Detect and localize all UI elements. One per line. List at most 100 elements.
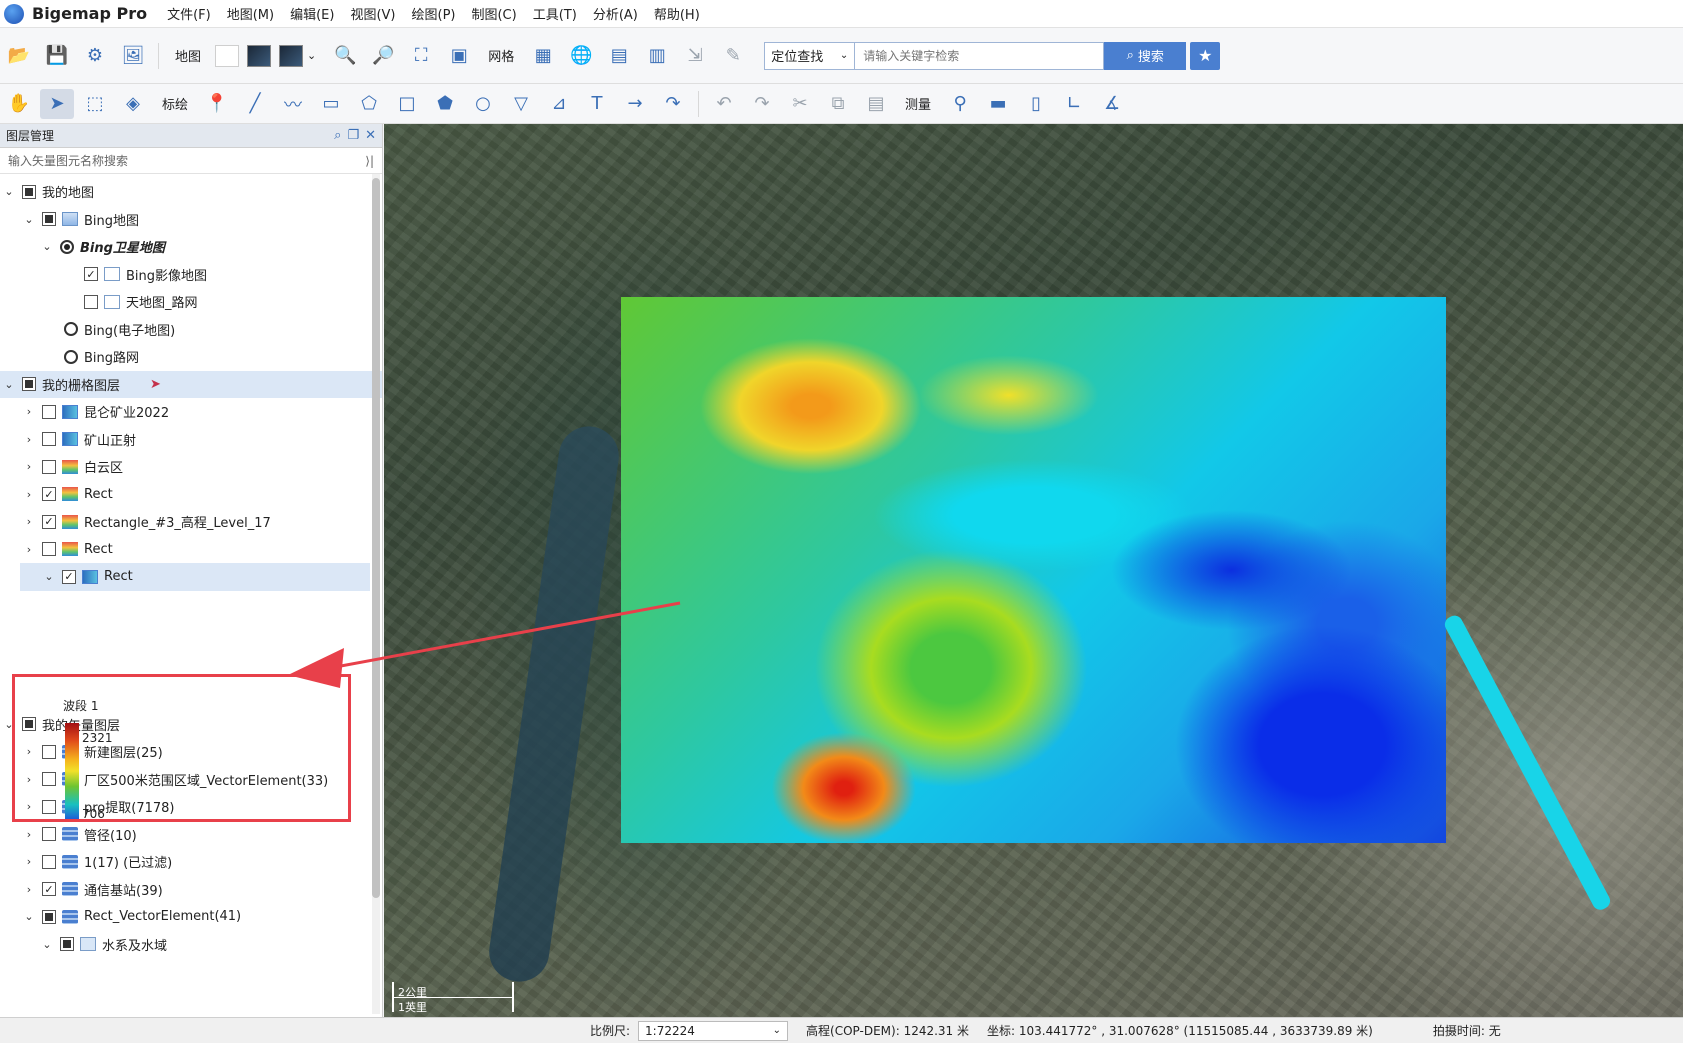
chevron-down-icon[interactable]: ⌄	[40, 240, 54, 253]
tree-row-bing-road[interactable]: Bing路网	[0, 343, 382, 371]
restore-icon[interactable]: ❐	[347, 128, 359, 143]
measure-point-icon[interactable]: ⚲	[943, 89, 977, 119]
chevron-down-icon[interactable]: ⌄	[40, 938, 54, 951]
checkbox[interactable]	[42, 459, 56, 474]
chevron-right-icon[interactable]: ›	[22, 828, 36, 841]
radio-button[interactable]	[64, 322, 78, 337]
select-pointer-icon[interactable]: ➤	[40, 88, 74, 119]
tree-row-baiyun[interactable]: › 白云区	[0, 453, 382, 481]
menu-cartography[interactable]: 制图(C)	[471, 4, 516, 23]
pan-hand-icon[interactable]: ✋	[2, 89, 36, 119]
search-input[interactable]	[854, 41, 1105, 70]
tree-row-rect-3[interactable]: ⌄ ✓ Rect	[20, 563, 370, 591]
zoom-in-icon[interactable]: 🔍	[328, 41, 362, 71]
nm-grid-icon[interactable]: ▥	[640, 41, 674, 71]
checkbox[interactable]	[60, 937, 74, 952]
zoom-out-icon[interactable]: 🔎	[366, 41, 400, 71]
menu-analysis[interactable]: 分析(A)	[593, 4, 638, 23]
tree-row-my-maps[interactable]: ⌄ 我的地图	[0, 178, 382, 206]
checkbox[interactable]	[42, 542, 56, 557]
checkbox[interactable]	[42, 827, 56, 842]
ruler-icon[interactable]: ⊿	[542, 89, 576, 119]
map-view[interactable]: 2公里 1英里	[384, 124, 1683, 1017]
radio-button[interactable]	[60, 239, 74, 254]
tree-row-water[interactable]: ⌄ 水系及水域	[0, 931, 382, 959]
layer-search-field[interactable]: 输入矢量图元名称搜索 ⟩|	[0, 148, 382, 174]
map-swatch-blank[interactable]	[215, 44, 240, 67]
grid-icon[interactable]: ▦	[526, 41, 560, 71]
chevron-right-icon[interactable]: ›	[22, 405, 36, 418]
paste-icon[interactable]: ▤	[859, 89, 893, 119]
chevron-down-icon[interactable]: ⌄	[22, 910, 36, 923]
checkbox[interactable]: ✓	[42, 882, 56, 897]
checkbox[interactable]	[22, 184, 36, 199]
star-icon[interactable]: ★	[1190, 41, 1221, 70]
checkbox[interactable]	[42, 909, 56, 924]
line-icon[interactable]: ╱	[238, 89, 272, 119]
menu-tools[interactable]: 工具(T)	[533, 4, 577, 23]
tree-row-rectangle-3[interactable]: › ✓ Rectangle_#3_高程_Level_17	[0, 508, 382, 536]
chevron-right-icon[interactable]: ›	[22, 433, 36, 446]
copy-icon[interactable]: ⧉	[821, 89, 855, 119]
map-swatch-satellite[interactable]	[247, 44, 272, 67]
checkbox[interactable]	[84, 294, 98, 309]
square-icon[interactable]: □	[390, 89, 424, 119]
scrollbar-thumb[interactable]	[372, 178, 380, 898]
chevron-right-icon[interactable]: ›	[22, 543, 36, 556]
chevron-right-icon[interactable]: ›	[22, 515, 36, 528]
image-icon[interactable]: 🖼	[116, 41, 150, 71]
measure-distance-icon[interactable]: ▬	[981, 89, 1015, 119]
tree-row-bing-maps[interactable]: ⌄ Bing地图	[0, 206, 382, 234]
cut-icon[interactable]: ✂	[783, 89, 817, 119]
scale-select[interactable]: 1:72224 ⌄	[638, 1020, 789, 1041]
checkbox[interactable]	[42, 854, 56, 869]
identify-icon[interactable]: ◈	[116, 89, 150, 119]
checkbox[interactable]	[42, 212, 56, 227]
search-button[interactable]: ⌕ 搜索	[1104, 41, 1187, 70]
chevron-right-icon[interactable]: ›	[22, 883, 36, 896]
tree-row-bing-satellite[interactable]: ⌄ Bing卫星地图	[0, 233, 382, 261]
search-mode-select[interactable]: 定位查找 ⌄	[764, 41, 855, 70]
search-icon[interactable]: ⌕	[334, 128, 341, 143]
marker-pin-icon[interactable]: 📍	[200, 89, 234, 119]
redo-icon[interactable]: ↷	[745, 89, 779, 119]
chevron-right-icon[interactable]: ›	[22, 488, 36, 501]
circle-icon[interactable]: ○	[466, 89, 500, 119]
radio-button[interactable]	[64, 349, 78, 364]
import-icon[interactable]: ⇲	[678, 41, 712, 71]
settings-gear-icon[interactable]: ⚙	[78, 41, 112, 71]
checkbox[interactable]: ✓	[84, 267, 98, 282]
chevron-down-icon[interactable]: ⌄	[42, 570, 56, 583]
tree-row-comm-station[interactable]: › ✓ 通信基站(39)	[0, 876, 382, 904]
tree-row-pipeline[interactable]: › 管径(10)	[0, 821, 382, 849]
tree-row-kunlun[interactable]: › 昆仑矿业2022	[0, 398, 382, 426]
checkbox[interactable]	[42, 432, 56, 447]
measure-azimuth-icon[interactable]: ∡	[1095, 89, 1129, 119]
chevron-right-icon[interactable]: ›	[22, 855, 36, 868]
panel-scrollbar[interactable]	[372, 174, 380, 1014]
select-box-icon[interactable]: ⬚	[78, 89, 112, 119]
sector-icon[interactable]: ▽	[504, 89, 538, 119]
close-icon[interactable]: ✕	[365, 128, 376, 143]
polygon-icon[interactable]: ⬠	[352, 89, 386, 119]
tree-row-raster-layers[interactable]: ⌄ 我的栅格图层 ➤	[0, 370, 382, 398]
measure-angle-icon[interactable]: ∟	[1057, 89, 1091, 119]
chevron-down-icon[interactable]: ⌄	[2, 185, 16, 198]
checkbox[interactable]: ✓	[42, 514, 56, 529]
globe-grid-icon[interactable]: 🌐	[564, 41, 598, 71]
tree-row-bing-imagery[interactable]: ✓ Bing影像地图	[0, 261, 382, 289]
menu-draw[interactable]: 绘图(P)	[412, 4, 456, 23]
chevron-right-icon[interactable]: ›	[22, 460, 36, 473]
km-grid-icon[interactable]: ▤	[602, 41, 636, 71]
tree-row-bing-electronic[interactable]: Bing(电子地图)	[0, 316, 382, 344]
tree-row-rect-1[interactable]: › ✓ Rect	[0, 481, 382, 509]
open-folder-icon[interactable]: 📂	[2, 41, 36, 71]
save-icon[interactable]: 💾	[40, 41, 74, 71]
checkbox[interactable]	[42, 404, 56, 419]
map-swatch-dropdown[interactable]	[279, 44, 304, 67]
zoom-extent-icon[interactable]: ⛶	[404, 41, 438, 71]
curved-arrow-icon[interactable]: ↷	[656, 89, 690, 119]
text-icon[interactable]: T	[580, 89, 614, 119]
full-extent-icon[interactable]: ▣	[442, 41, 476, 71]
tree-row-rect-vector[interactable]: ⌄ Rect_VectorElement(41)	[0, 903, 382, 931]
